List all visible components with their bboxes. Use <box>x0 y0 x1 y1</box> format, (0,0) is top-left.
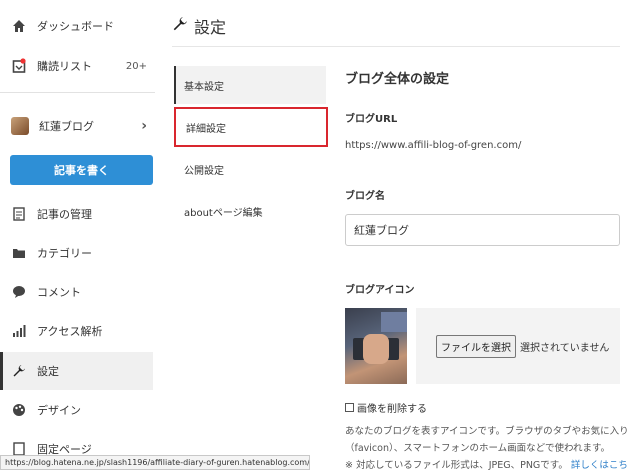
folder-icon <box>11 245 27 261</box>
blog-url-value: https://www.affili-blog-of-gren.com/ <box>345 140 522 151</box>
sidebar-item-label: 紅蓮ブログ <box>39 120 94 133</box>
sidebar-divider <box>0 92 155 93</box>
sidebar-item-label: 設定 <box>37 365 59 378</box>
sidebar-item-label: コメント <box>37 286 81 299</box>
home-icon <box>11 18 27 34</box>
tab-publish-settings[interactable]: 公開設定 <box>174 150 326 188</box>
sidebar-item-label: 購読リスト <box>37 60 92 73</box>
sidebar-item-label: アクセス解析 <box>37 325 103 338</box>
document-icon <box>11 206 27 222</box>
reading-count-badge: 20+ <box>125 60 147 72</box>
help-line-text: ※ 対応しているファイル形式は、JPEG、PNGです。 <box>345 460 568 470</box>
icon-help-text: あなたのブログを表すアイコンです。ブラウザのタブやお気に入り （favicon）… <box>345 423 630 470</box>
page-title: 設定 <box>172 14 226 38</box>
tab-about-page-edit[interactable]: aboutページ編集 <box>174 192 326 230</box>
sidebar-item-design[interactable]: デザイン <box>0 391 153 429</box>
sidebar-item-dashboard[interactable]: ダッシュボード <box>0 7 153 45</box>
sidebar-item-articles[interactable]: 記事の管理 <box>0 195 153 233</box>
reading-list-icon <box>11 58 27 74</box>
page-title-text: 設定 <box>194 18 227 37</box>
sidebar: ダッシュボード 購読リスト 20+ 紅蓮ブログ › 記事を書く 記事の管理 カテ… <box>0 0 160 470</box>
bar-chart-icon <box>11 323 27 339</box>
write-article-button[interactable]: 記事を書く <box>10 155 153 185</box>
sidebar-item-category[interactable]: カテゴリー <box>0 234 153 272</box>
section-title: ブログ全体の設定 <box>345 72 450 87</box>
blog-url-label: ブログURL <box>345 114 398 125</box>
help-line: ※ 対応しているファイル形式は、JPEG、PNGです。 詳しくはこちら <box>345 457 630 470</box>
delete-image-label: 画像を削除する <box>357 404 427 415</box>
sidebar-item-label: 記事の管理 <box>37 208 92 221</box>
sidebar-item-settings[interactable]: 設定 <box>0 352 153 390</box>
blog-avatar-icon <box>11 117 29 135</box>
sidebar-item-analytics[interactable]: アクセス解析 <box>0 312 153 350</box>
blog-name-label: ブログ名 <box>345 191 385 202</box>
chevron-right-icon: › <box>141 118 147 134</box>
comment-icon <box>11 284 27 300</box>
delete-image-option[interactable]: 画像を削除する <box>345 400 427 415</box>
blog-name-input[interactable]: 紅蓮ブログ <box>345 214 620 246</box>
sidebar-item-blog[interactable]: 紅蓮ブログ › <box>0 107 153 145</box>
help-line: あなたのブログを表すアイコンです。ブラウザのタブやお気に入り <box>345 426 629 437</box>
browser-status-url: https://blog.hatena.ne.jp/slash1196/affi… <box>0 455 310 470</box>
sidebar-item-comments[interactable]: コメント <box>0 273 153 311</box>
file-upload-area: ファイルを選択 選択されていません <box>416 308 620 384</box>
blog-icon-preview <box>345 308 407 384</box>
help-line: （favicon）、スマートフォンのホーム画面などで使われます。 <box>345 443 611 454</box>
wrench-icon <box>172 16 188 36</box>
sidebar-item-label: カテゴリー <box>37 247 92 260</box>
palette-icon <box>11 402 27 418</box>
choose-file-button[interactable]: ファイルを選択 <box>436 334 516 358</box>
tab-detail-settings[interactable]: 詳細設定 <box>174 107 328 147</box>
file-status-text: 選択されていません <box>520 342 610 354</box>
sidebar-item-reading-list[interactable]: 購読リスト 20+ <box>0 47 153 85</box>
wrench-icon <box>11 363 27 379</box>
blog-icon-label: ブログアイコン <box>345 285 415 296</box>
sidebar-item-label: デザイン <box>37 404 81 417</box>
sidebar-item-label: ダッシュボード <box>37 20 114 33</box>
tab-basic-settings[interactable]: 基本設定 <box>174 66 326 104</box>
delete-image-checkbox[interactable] <box>345 403 354 412</box>
header-divider <box>172 46 620 47</box>
